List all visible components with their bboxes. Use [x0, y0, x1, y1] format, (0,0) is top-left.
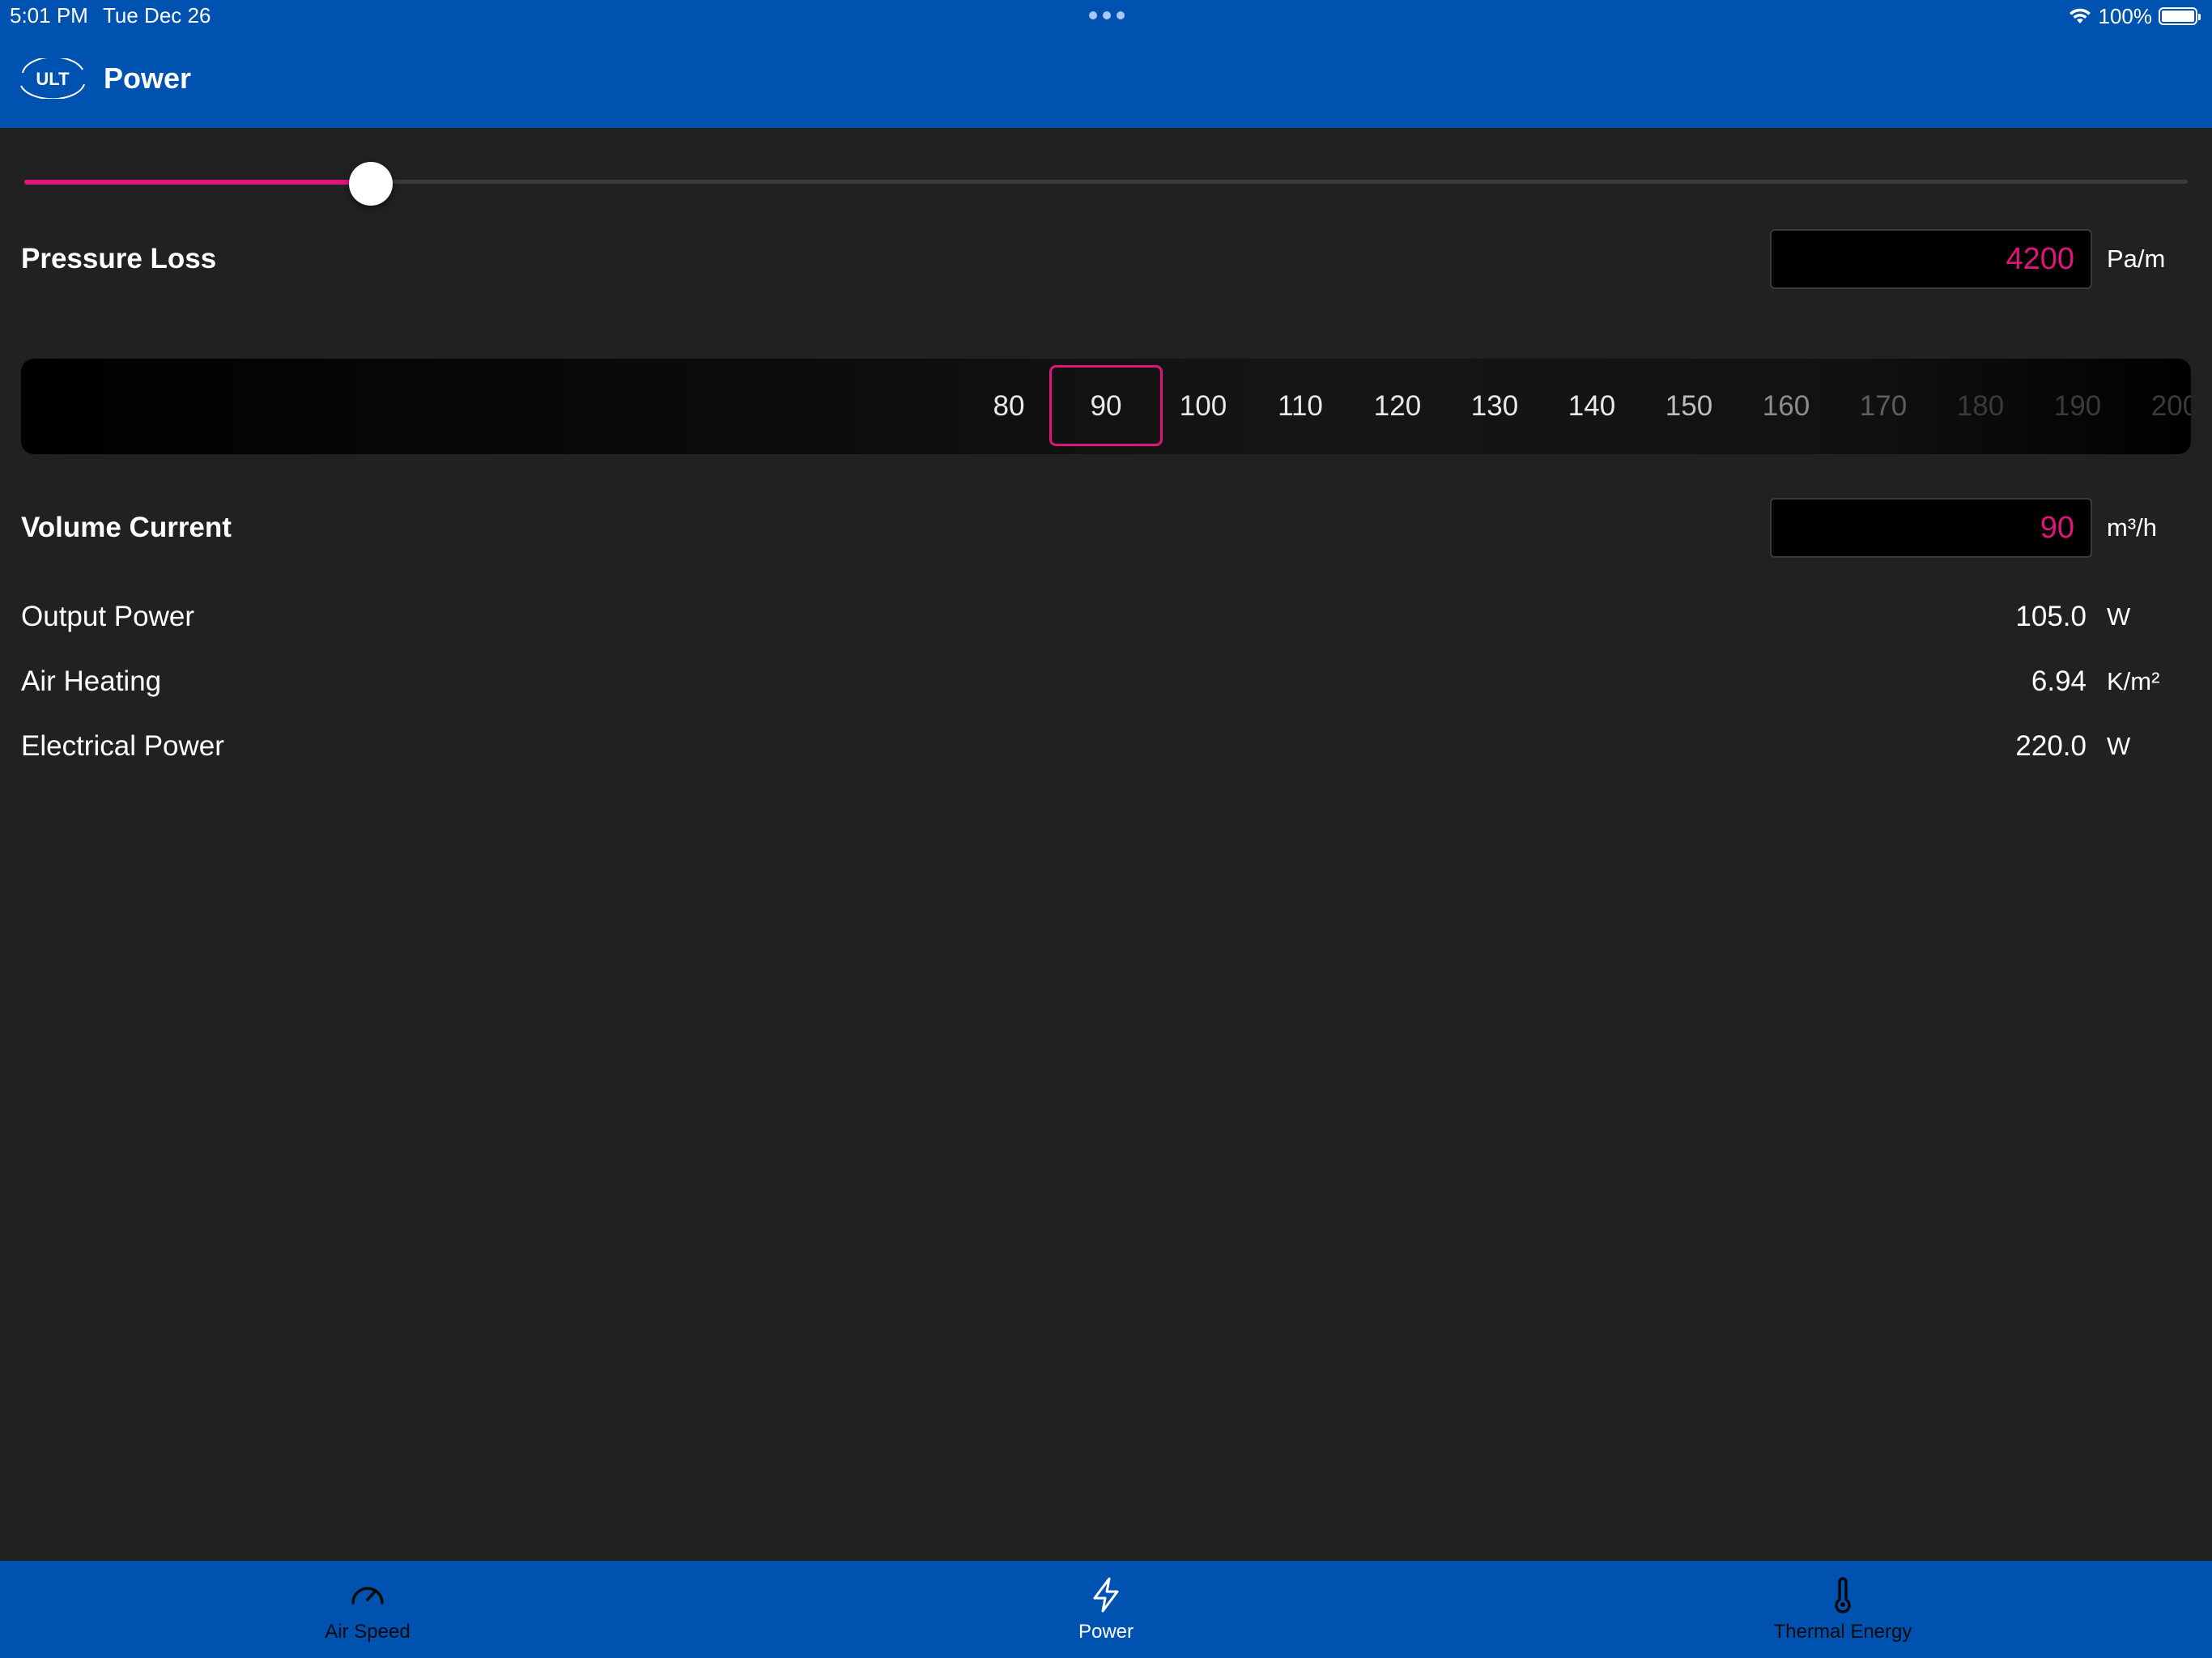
bolt-icon	[1093, 1577, 1119, 1613]
picker-option[interactable]: 160	[1738, 359, 1835, 454]
pressure-loss-unit: Pa/m	[2107, 244, 2166, 273]
pressure-loss-input[interactable]: 4200	[1770, 229, 2092, 289]
tab-label: Thermal Energy	[1773, 1621, 1912, 1643]
picker-option[interactable]: 80	[960, 359, 1057, 454]
picker-option[interactable]: 110	[1252, 359, 1349, 454]
tab-thermal-energy[interactable]: Thermal Energy	[1681, 1561, 2005, 1658]
slider-thumb[interactable]	[348, 162, 393, 206]
pressure-loss-label: Pressure Loss	[21, 243, 217, 274]
result-unit: W	[2107, 732, 2131, 760]
tab-air-speed[interactable]: Air Speed	[206, 1561, 530, 1658]
result-value: 220.0	[2015, 730, 2087, 762]
pressure-loss-slider[interactable]	[24, 162, 2188, 206]
tab-label: Air Speed	[325, 1621, 410, 1643]
picker-option[interactable]: 140	[1543, 359, 1640, 454]
slider-fill	[24, 180, 371, 185]
picker-option[interactable]: 190	[2029, 359, 2126, 454]
wifi-icon	[2069, 8, 2091, 23]
result-unit: W	[2107, 602, 2131, 631]
page-title: Power	[104, 62, 192, 95]
volume-current-label: Volume Current	[21, 512, 232, 543]
volume-current-unit: m³/h	[2107, 513, 2157, 542]
status-date: Tue Dec 26	[103, 3, 211, 28]
volume-picker[interactable]: 80 90 100 110 120 130 140 150 160 170 180 190 200	[21, 359, 2191, 454]
result-label: Air Heating	[21, 665, 162, 697]
result-label: Electrical Power	[21, 730, 224, 762]
picker-option[interactable]: 200	[2126, 359, 2191, 454]
top-bar: 5:01 PM Tue Dec 26 100% ULT Power	[0, 0, 2212, 128]
volume-current-input[interactable]: 90	[1770, 498, 2092, 558]
thermometer-icon	[1835, 1577, 1851, 1613]
result-value: 105.0	[2015, 601, 2087, 632]
picker-option[interactable]: 180	[1932, 359, 2029, 454]
multitasking-dots-icon[interactable]	[1089, 11, 1125, 19]
logo-text: ULT	[36, 69, 70, 89]
picker-option[interactable]: 170	[1835, 359, 1932, 454]
tab-bar: Air Speed Power Thermal Energy	[0, 1561, 2212, 1658]
picker-option[interactable]: 120	[1349, 359, 1446, 454]
battery-percentage: 100%	[2098, 3, 2153, 28]
picker-option[interactable]: 150	[1640, 359, 1738, 454]
result-value: 6.94	[2031, 665, 2087, 697]
picker-option[interactable]: 130	[1446, 359, 1543, 454]
speedometer-icon	[351, 1587, 384, 1605]
picker-option[interactable]: 90	[1057, 359, 1155, 454]
ult-logo: ULT	[20, 58, 85, 99]
result-unit: K/m²	[2107, 667, 2160, 695]
result-label: Output Power	[21, 601, 194, 632]
status-right: 100%	[2068, 2, 2201, 31]
status-time: 5:01 PM	[10, 3, 88, 28]
battery-icon	[2159, 7, 2201, 25]
picker-option[interactable]: 100	[1155, 359, 1252, 454]
tab-label: Power	[1078, 1621, 1134, 1643]
tab-power[interactable]: Power	[944, 1561, 1268, 1658]
